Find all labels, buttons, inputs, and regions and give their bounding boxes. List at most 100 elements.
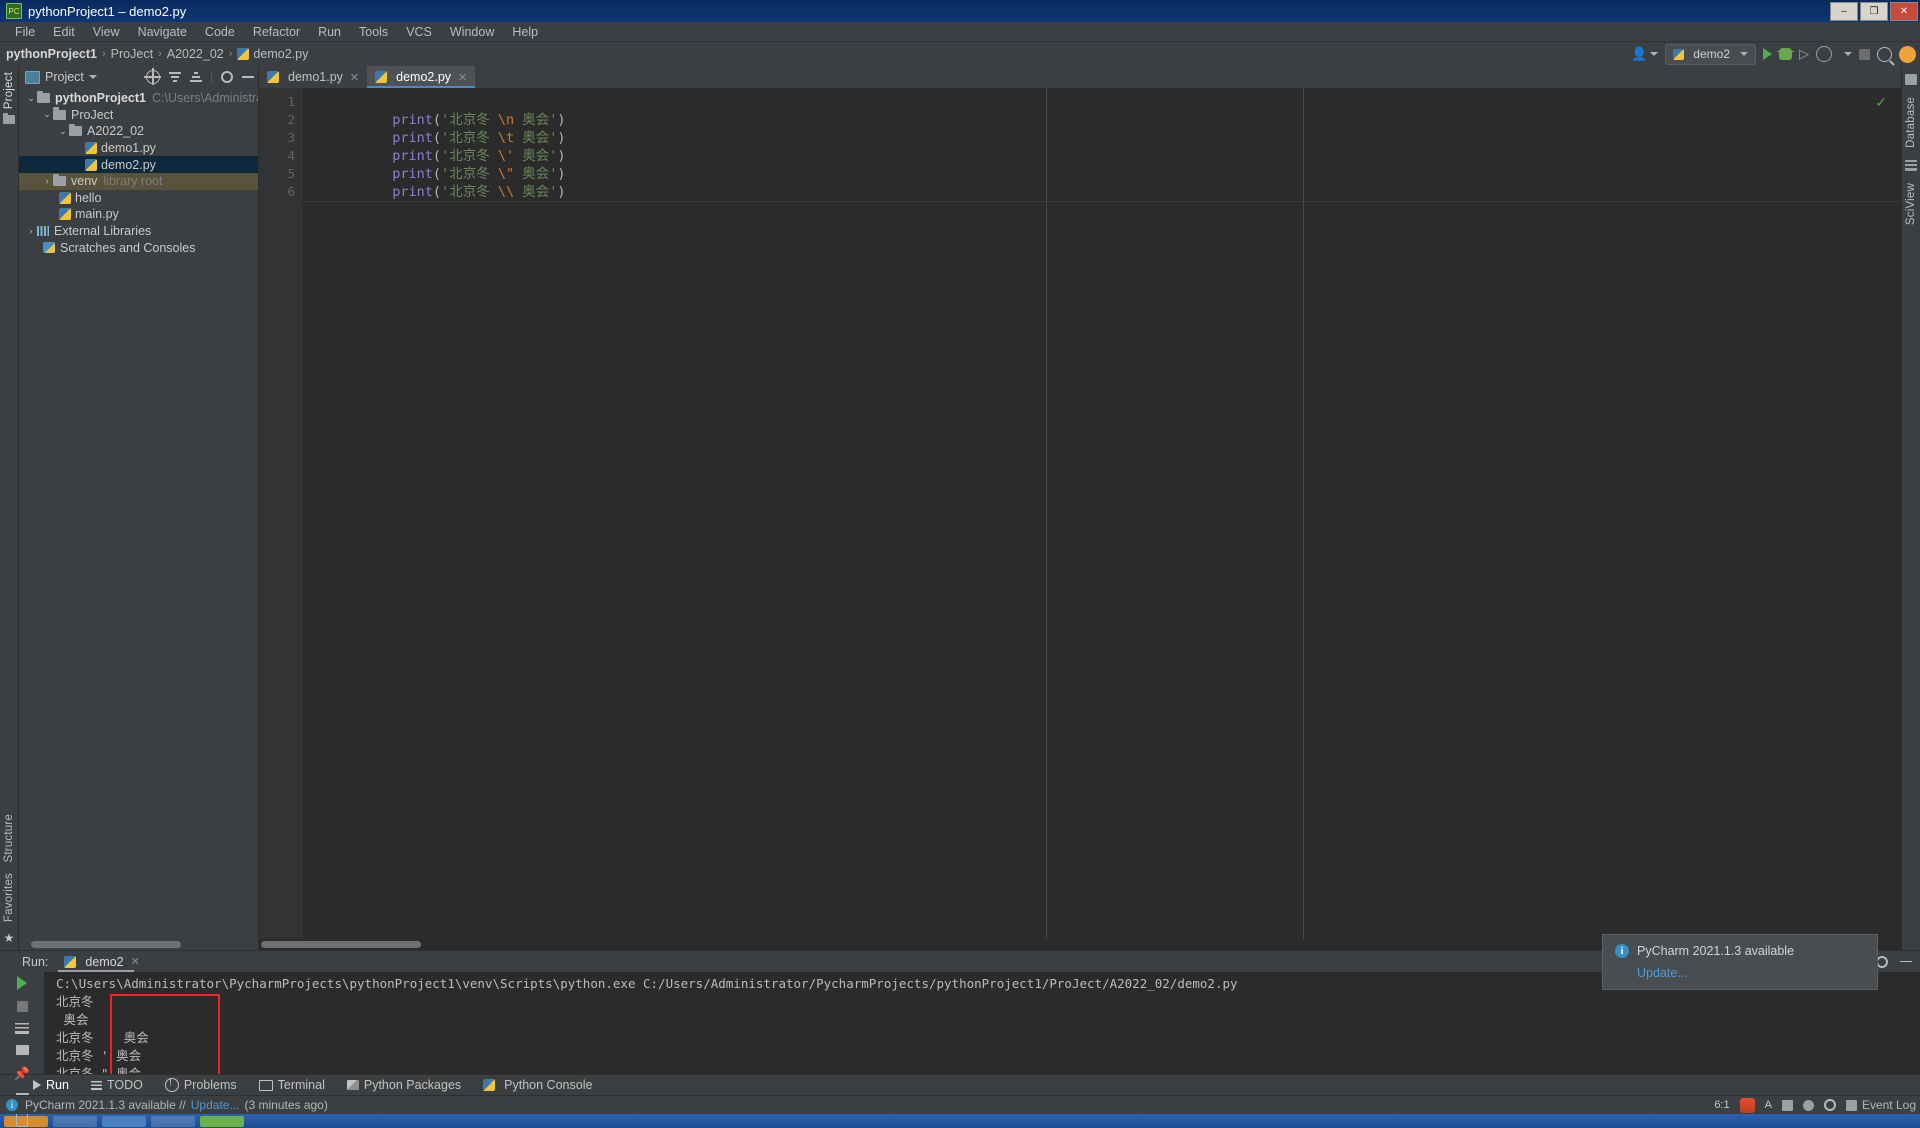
menu-bar[interactable]: File Edit View Navigate Code Refactor Ru…: [0, 22, 1920, 42]
code-text[interactable]: print('北京冬 \n 奥会') print('北京冬 \t 奥会') pr…: [303, 88, 1901, 939]
tree-item-demo1-py[interactable]: demo1.py: [19, 140, 258, 157]
tree-item-demo2-py[interactable]: demo2.py: [19, 156, 258, 173]
navbar-right-actions[interactable]: 👤 demo2 ▷: [1631, 42, 1916, 66]
code-editor[interactable]: 1 2 3 4 5 6 print('北京冬 \n 奥会') print('北京…: [259, 88, 1901, 939]
chevron-down-icon[interactable]: [88, 75, 97, 79]
status-bar-right[interactable]: 6:1 A Event Log: [1714, 1097, 1916, 1113]
tree-item-main-py[interactable]: main.py: [19, 206, 258, 223]
stop-icon[interactable]: [16, 1001, 28, 1012]
close-icon[interactable]: ✕: [131, 955, 140, 968]
tree-item-hello[interactable]: hello: [19, 190, 258, 207]
debug-button[interactable]: [1777, 48, 1794, 60]
run-button[interactable]: [1763, 48, 1772, 60]
stop-button[interactable]: [1859, 48, 1870, 60]
avatar[interactable]: [1899, 45, 1916, 63]
run-toolbar[interactable]: 📌: [0, 972, 44, 1127]
project-tree[interactable]: ⌄ pythonProject1 C:\Users\Administrator\…: [19, 88, 258, 939]
keyboard-icon[interactable]: [1781, 1099, 1793, 1111]
project-panel-tools[interactable]: [144, 68, 254, 85]
status-update-link[interactable]: Update...: [191, 1098, 240, 1112]
menu-item-tools[interactable]: Tools: [350, 24, 397, 40]
tree-item-project[interactable]: ⌄ ProJect: [19, 107, 258, 124]
close-icon[interactable]: ✕: [350, 71, 359, 84]
taskbar-item[interactable]: [200, 1115, 244, 1127]
scrollbar-thumb[interactable]: [31, 941, 181, 948]
clear-all-icon[interactable]: [15, 1111, 28, 1127]
tree-item-pythonproject1[interactable]: ⌄ pythonProject1 C:\Users\Administrator\…: [19, 90, 258, 107]
project-horizontal-scrollbar[interactable]: [19, 939, 258, 950]
chevron-down-icon[interactable]: ⌄: [41, 109, 53, 120]
event-log-button[interactable]: Event Log: [1845, 1098, 1916, 1112]
run-with-coverage-button[interactable]: ▷: [1799, 46, 1809, 62]
menu-item-vcs[interactable]: VCS: [397, 24, 441, 40]
sidebar-item-structure[interactable]: Structure: [3, 814, 15, 862]
breadcrumb-item-project[interactable]: pythonProject1: [6, 47, 97, 61]
bottom-item-python-packages[interactable]: Python Packages: [336, 1078, 472, 1092]
tree-item-venv[interactable]: › venv library root: [19, 172, 258, 190]
bottom-item-run[interactable]: Run: [22, 1078, 80, 1092]
breadcrumb-item-projectdir[interactable]: ProJect: [111, 47, 153, 61]
menu-item-code[interactable]: Code: [196, 24, 244, 40]
taskbar-item[interactable]: [102, 1115, 146, 1127]
settings-icon[interactable]: [1823, 1099, 1836, 1111]
menu-item-view[interactable]: View: [84, 24, 129, 40]
run-configuration-selector[interactable]: demo2: [1665, 43, 1756, 65]
ime-icon[interactable]: [1739, 1097, 1755, 1113]
tab-demo1-py[interactable]: demo1.py ✕: [259, 66, 367, 88]
bottom-tool-window-bar[interactable]: Run TODO Problems Terminal Python Packag…: [0, 1074, 1920, 1095]
database-icon[interactable]: [1905, 74, 1917, 85]
menu-item-navigate[interactable]: Navigate: [129, 24, 196, 40]
bottom-item-todo[interactable]: TODO: [80, 1078, 154, 1092]
right-tool-window-bar[interactable]: Database SciView: [1901, 66, 1920, 950]
menu-item-refactor[interactable]: Refactor: [244, 24, 309, 40]
chevron-down-icon[interactable]: ⌄: [25, 93, 37, 104]
notification-popup[interactable]: i PyCharm 2021.1.3 available Update...: [1602, 934, 1878, 990]
inspection-status-icon[interactable]: ✓: [1875, 94, 1887, 111]
os-taskbar[interactable]: [0, 1114, 1920, 1128]
editor-tab-bar[interactable]: demo1.py ✕ demo2.py ✕: [259, 66, 1901, 88]
expand-all-icon[interactable]: [169, 71, 181, 83]
left-tool-window-bar[interactable]: Project Structure Favorites ★: [0, 66, 19, 950]
tree-item-a2022-02[interactable]: ⌄ A2022_02: [19, 123, 258, 140]
bottom-item-terminal[interactable]: Terminal: [248, 1078, 336, 1092]
chevron-right-icon[interactable]: ›: [25, 226, 37, 236]
sidebar-item-database[interactable]: Database: [1905, 97, 1917, 148]
menu-item-edit[interactable]: Edit: [44, 24, 84, 40]
minimize-button[interactable]: –: [1830, 2, 1858, 21]
tree-item-scratches-and-consoles[interactable]: Scratches and Consoles: [19, 239, 258, 256]
run-panel-actions[interactable]: [1876, 955, 1912, 968]
bottom-item-problems[interactable]: Problems: [154, 1078, 248, 1092]
account-menu-button[interactable]: 👤: [1631, 46, 1659, 62]
taskbar-item[interactable]: [53, 1115, 97, 1127]
ime-mode-letter[interactable]: A: [1765, 1099, 1772, 1111]
sidebar-item-project[interactable]: Project: [3, 72, 15, 109]
tree-item-external-libraries[interactable]: › External Libraries: [19, 223, 258, 240]
menu-item-run[interactable]: Run: [309, 24, 350, 40]
more-run-options-icon[interactable]: [1844, 52, 1852, 56]
search-everywhere-icon[interactable]: [1877, 46, 1892, 62]
hide-icon[interactable]: [1900, 960, 1912, 963]
tab-demo2-py[interactable]: demo2.py ✕: [367, 66, 476, 88]
rerun-icon[interactable]: [17, 976, 27, 990]
window-controls[interactable]: – ❐ ✕: [1830, 2, 1918, 21]
sidebar-item-favorites[interactable]: Favorites: [3, 873, 15, 922]
maximize-button[interactable]: ❐: [1860, 2, 1888, 21]
settings-gear-icon[interactable]: [221, 71, 233, 83]
notification-update-link[interactable]: Update...: [1637, 966, 1865, 980]
menu-item-help[interactable]: Help: [503, 24, 547, 40]
bottom-item-python-console[interactable]: Python Console: [472, 1078, 603, 1092]
close-icon[interactable]: ✕: [458, 71, 467, 84]
sciview-icon[interactable]: [1905, 159, 1917, 171]
close-button[interactable]: ✕: [1890, 2, 1918, 21]
scroll-to-end-icon[interactable]: [15, 1045, 29, 1055]
sidebar-item-sciview[interactable]: SciView: [1905, 183, 1917, 225]
chevron-down-icon[interactable]: ⌄: [57, 126, 69, 137]
breadcrumb-item-a2022[interactable]: A2022_02: [167, 47, 224, 61]
collapse-all-icon[interactable]: [190, 71, 202, 83]
taskbar-item[interactable]: [151, 1115, 195, 1127]
soft-wrap-icon[interactable]: [15, 1023, 29, 1034]
caret-position[interactable]: 6:1: [1714, 1099, 1729, 1111]
smiley-icon[interactable]: [1802, 1099, 1814, 1111]
menu-item-window[interactable]: Window: [441, 24, 503, 40]
run-tab-demo2[interactable]: demo2 ✕: [58, 951, 145, 972]
